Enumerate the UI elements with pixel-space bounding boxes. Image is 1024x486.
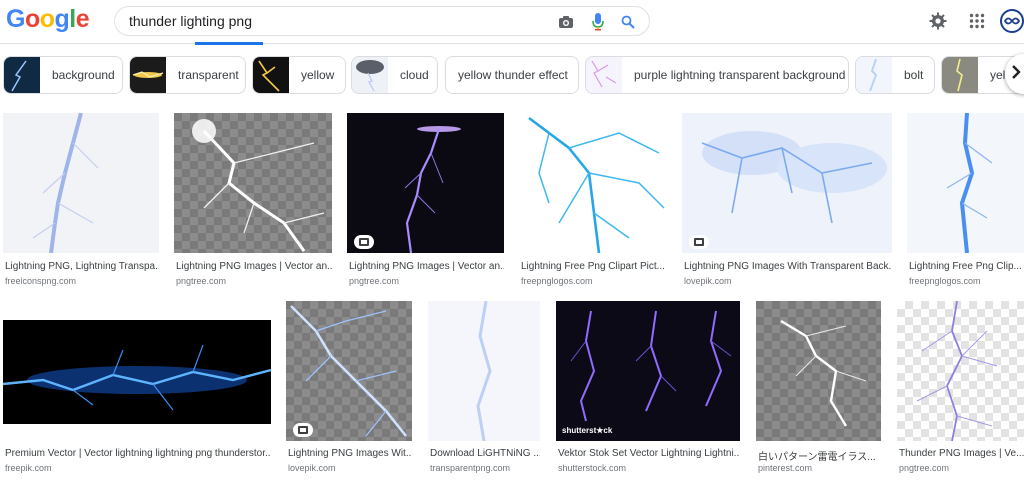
result-thumbnail[interactable] [3,320,271,424]
chip-thumbnail [4,57,40,93]
gear-icon[interactable] [927,10,949,32]
result-title[interactable]: Lightning PNG, Lightning Transpa... [5,261,159,272]
chip-thumbnail [253,57,289,93]
result-thumbnail[interactable] [756,301,881,441]
chip-thumbnail [942,57,978,93]
result-source: freepnglogos.com [521,276,593,286]
image-result[interactable]: Lightning PNG Images With Transparent Ba… [682,113,892,289]
result-source: pngtree.com [349,276,400,286]
result-source: transparentpng.com [430,463,511,473]
logo-letter: e [75,5,90,33]
logo-letter: o [24,5,40,33]
chip-label: yellow [301,68,335,82]
result-thumbnail[interactable] [897,301,1024,441]
chip-thumbnail [130,57,166,93]
image-result[interactable]: shutterst★ck Vektor Stok Set Vector Ligh… [556,301,740,477]
result-title[interactable]: Lightning PNG Images Wit... [288,448,412,459]
result-title[interactable]: 白いパターン雷電イラス... [758,448,881,463]
result-thumbnail[interactable] [519,113,667,253]
result-thumbnail[interactable] [3,113,159,253]
result-title[interactable]: Lightning PNG Images | Vector an... [176,261,332,272]
image-result[interactable]: Lightning PNG Images | Vector an... pngt… [174,113,332,289]
result-title[interactable]: Download LiGHTNiNG ... [430,448,540,459]
result-thumbnail[interactable] [174,113,332,253]
image-badge-icon [689,235,709,249]
related-searches-chips: background transparent yellow cloud yell… [0,56,1024,96]
image-result[interactable]: Lightning PNG, Lightning Transpa... free… [3,113,159,289]
result-source: shutterstock.com [558,463,627,473]
result-thumbnail[interactable] [286,301,412,441]
chip-label: cloud [400,68,429,82]
chip-yellow[interactable]: yellow [252,56,346,94]
image-result[interactable]: Download LiGHTNiNG ... transparentpng.co… [428,301,540,477]
mic-icon[interactable] [589,13,607,31]
search-input[interactable]: thunder lighting png [129,13,252,29]
result-thumbnail[interactable] [347,113,504,253]
chip-thumbnail [856,57,892,93]
chip-cloud[interactable]: cloud [351,56,438,94]
chip-label: yellow thunder effect [458,68,568,82]
result-title[interactable]: Lightning PNG Images With Transparent Ba… [684,261,892,272]
result-thumbnail[interactable]: shutterst★ck [556,301,740,441]
result-source: freepik.com [5,463,52,473]
result-source: lovepik.com [288,463,336,473]
result-thumbnail[interactable] [682,113,892,253]
logo-letter: g [54,5,70,33]
apps-grid-icon[interactable] [966,10,988,32]
result-title[interactable]: Lightning Free Png Clipart Pict... [521,261,667,272]
image-badge-icon [293,423,313,437]
result-source: freepnglogos.com [909,276,981,286]
image-result[interactable]: Thunder PNG Images | Ve... pngtree.com [897,301,1024,477]
search-box[interactable]: thunder lighting png [114,6,650,36]
chip-label: transparent [178,68,239,82]
chip-bolt[interactable]: bolt [855,56,935,94]
image-result[interactable]: Lightning Free Png Clip... freepnglogos.… [907,113,1024,289]
chip-label: background [52,68,115,82]
top-bar: Google thunder lighting png [0,0,1024,45]
logo-letter: G [6,5,25,33]
account-avatar-icon[interactable] [1000,9,1024,33]
result-title[interactable]: Lightning PNG Images | Vector an... [349,261,504,272]
result-thumbnail[interactable] [907,113,1024,253]
watermark-text: shutterst★ck [562,426,613,435]
result-source: pngtree.com [899,463,950,473]
image-result[interactable]: Lightning PNG Images | Vector an... pngt… [347,113,504,289]
camera-icon[interactable] [557,13,575,31]
result-source: pngtree.com [176,276,227,286]
chip-thumbnail [586,57,622,93]
image-badge-icon [354,235,374,249]
chip-label: bolt [904,68,924,82]
result-title[interactable]: Thunder PNG Images | Ve... [899,448,1024,459]
result-source: freeiconspng.com [5,276,77,286]
chip-yellow-thunder-effect[interactable]: yellow thunder effect [445,56,579,94]
image-result[interactable]: Lightning Free Png Clipart Pict... freep… [519,113,667,289]
chevron-right-icon [1011,64,1021,84]
logo-letter: o [39,5,55,33]
chip-thumbnail [352,57,388,93]
chip-purple-lightning-transparent-background[interactable]: purple lightning transparent background [585,56,849,94]
image-result[interactable]: Lightning PNG Images Wit... lovepik.com [286,301,412,477]
chip-transparent[interactable]: transparent [129,56,246,94]
result-title[interactable]: Lightning Free Png Clip... [909,261,1024,272]
result-title[interactable]: Vektor Stok Set Vector Lightning Lightni… [558,448,740,459]
result-source: pinterest.com [758,463,813,473]
image-result[interactable]: Premium Vector | Vector lightning lightn… [3,301,271,477]
image-result[interactable]: 白いパターン雷電イラス... pinterest.com [756,301,881,477]
google-logo[interactable]: Google [6,5,90,34]
result-title[interactable]: Premium Vector | Vector lightning lightn… [5,448,271,459]
chip-label: purple lightning transparent background [634,68,846,82]
result-source: lovepik.com [684,276,732,286]
chip-background[interactable]: background [3,56,123,94]
result-thumbnail[interactable] [428,301,540,441]
images-tab-indicator [195,42,263,45]
search-icon[interactable] [619,13,637,31]
